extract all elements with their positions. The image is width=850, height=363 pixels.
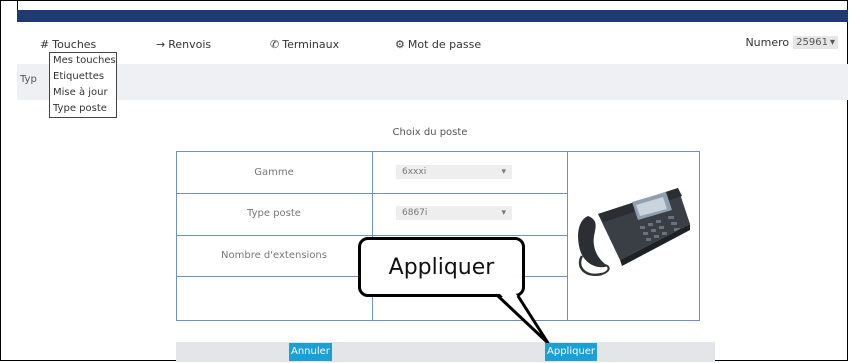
cancel-button[interactable]: Annuler [289, 343, 332, 361]
callout-pointer [496, 294, 550, 345]
apply-button[interactable]: Appliquer [545, 343, 598, 361]
